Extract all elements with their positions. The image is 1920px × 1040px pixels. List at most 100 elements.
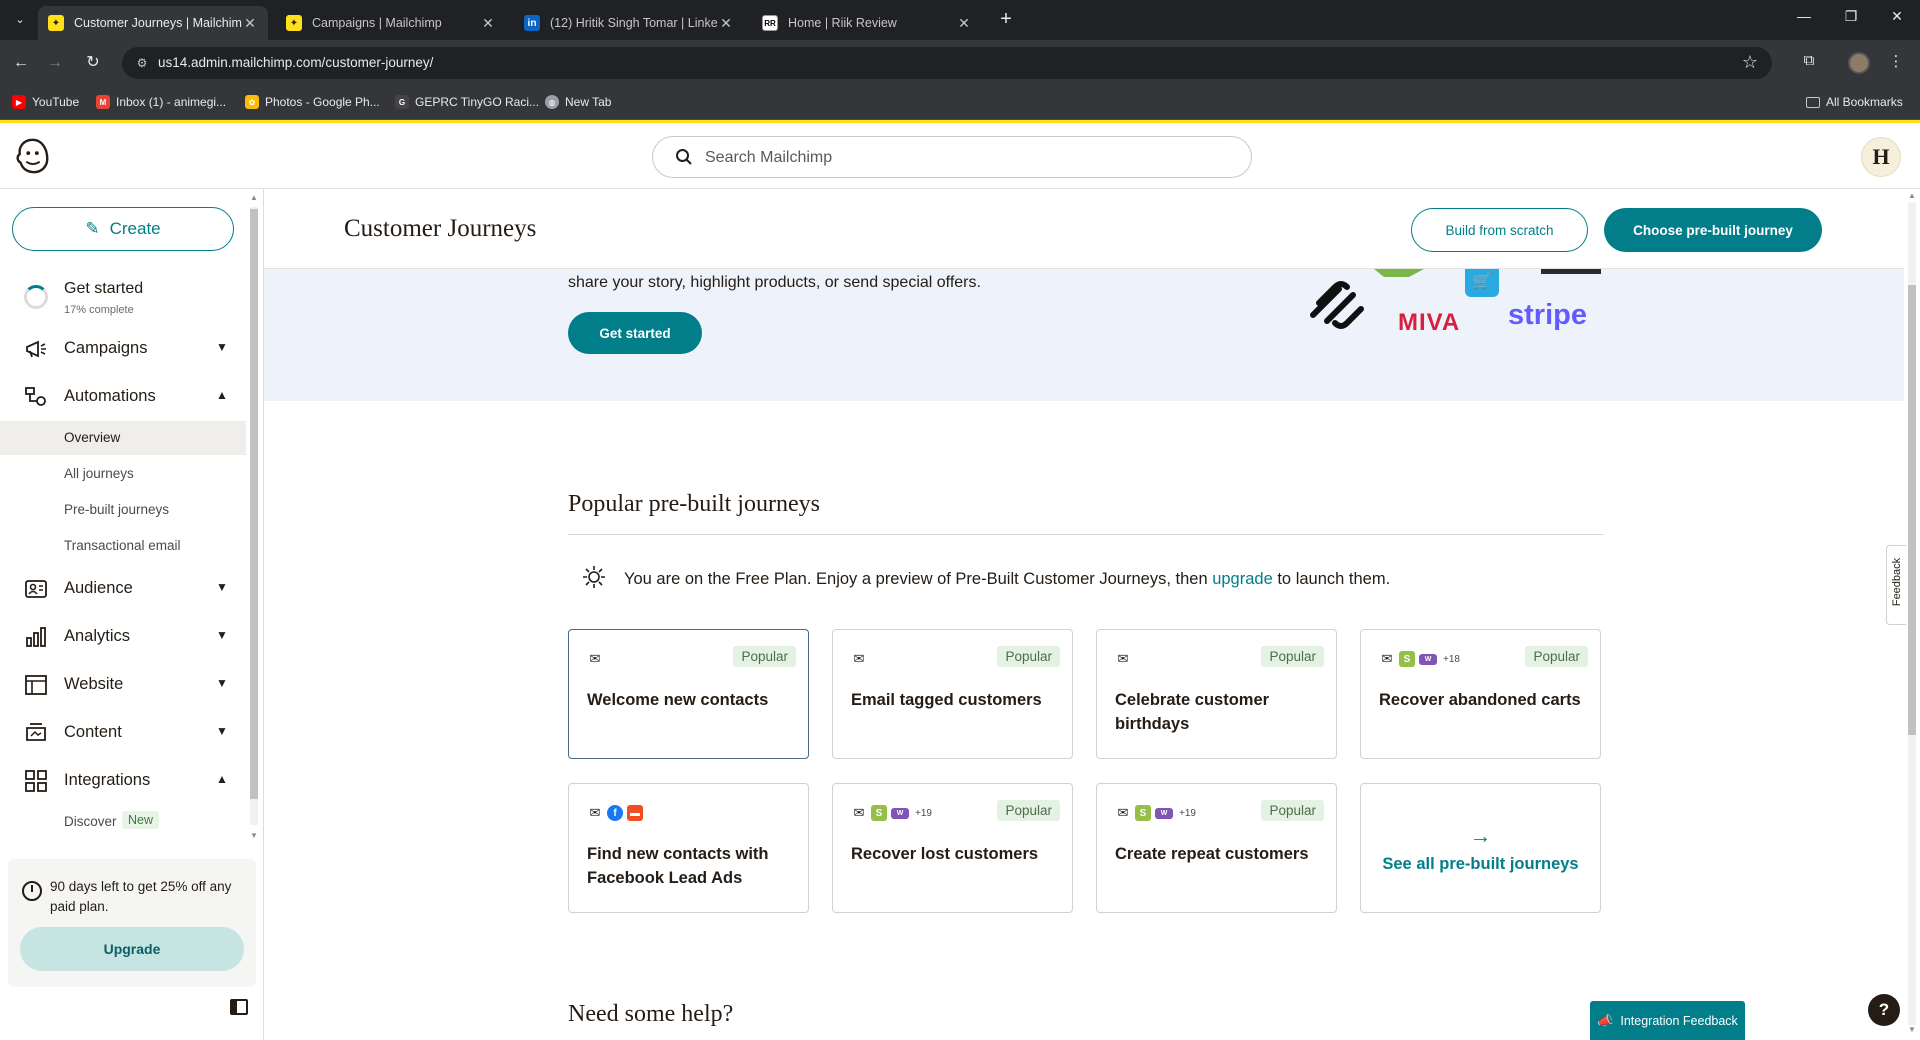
tab-title: Campaigns | Mailchimp (312, 16, 442, 30)
minimize-icon[interactable]: — (1789, 8, 1819, 24)
integration-feedback-button[interactable]: 📣 Integration Feedback (1590, 1001, 1745, 1040)
page-title: Customer Journeys (344, 215, 537, 242)
sidebar-sub-overview[interactable]: Overview (0, 421, 246, 455)
close-tab-icon[interactable]: ✕ (718, 15, 734, 32)
close-tab-icon[interactable]: ✕ (242, 15, 258, 32)
journey-card-title: Celebrate customer birthdays (1115, 691, 1270, 733)
geprc-icon: G (395, 95, 409, 109)
scrollbar-thumb[interactable] (250, 209, 258, 799)
sidebar-sub-label: Overview (64, 430, 121, 445)
integrations-hero: share your story, highlight products, or… (264, 269, 1904, 401)
main-scrollbar[interactable]: ▲ ▼ (1904, 189, 1920, 1040)
scroll-up-icon[interactable]: ▲ (248, 193, 260, 202)
journey-card-recover-lost-customers[interactable]: ✉ S W +19 Popular Recover lost customers (832, 783, 1073, 913)
journey-card-celebrate-birthdays[interactable]: ✉ Popular Celebrate customer birthdays (1096, 629, 1337, 759)
browser-tab-bar: ⌄ ✦ Customer Journeys | Mailchimp ✕ ✦ Ca… (0, 0, 1920, 40)
collapse-sidebar-icon[interactable] (230, 999, 248, 1015)
bookmark-youtube[interactable]: ▶ YouTube (12, 95, 79, 109)
bookmark-label: YouTube (32, 95, 80, 109)
mailchimp-logo-icon[interactable] (14, 137, 52, 175)
close-window-icon[interactable]: ✕ (1882, 8, 1912, 25)
bookmark-new-tab[interactable]: ◍ New Tab (545, 95, 611, 109)
forward-icon[interactable]: → (44, 52, 66, 74)
channel-icons: ✉ S W +19 (1115, 804, 1200, 822)
upgrade-button[interactable]: Upgrade (20, 927, 244, 971)
reload-icon[interactable]: ↻ (82, 52, 104, 74)
get-started-link[interactable]: Get started (64, 280, 143, 298)
journey-card-recover-abandoned-carts[interactable]: ✉ S W +18 Popular Recover abandoned cart… (1360, 629, 1601, 759)
journey-card-welcome-new-contacts[interactable]: ✉ Popular Welcome new contacts (568, 629, 809, 759)
url-text[interactable]: us14.admin.mailchimp.com/customer-journe… (158, 55, 433, 70)
stripe-logo: stripe (1508, 299, 1587, 331)
integration-feedback-label: Integration Feedback (1620, 1013, 1738, 1028)
popular-badge: Popular (1261, 800, 1324, 821)
user-avatar[interactable]: H (1861, 137, 1901, 177)
close-tab-icon[interactable]: ✕ (956, 15, 972, 32)
sidebar-sub-discover[interactable]: Discover New (0, 805, 246, 839)
sidebar-scrollbar[interactable]: ▲ ▼ (248, 193, 260, 843)
sidebar-item-label: Integrations (64, 771, 151, 789)
choose-prebuilt-journey-button[interactable]: Choose pre-built journey (1604, 208, 1822, 252)
upgrade-link[interactable]: upgrade (1212, 570, 1273, 588)
address-bar[interactable]: ⚙ us14.admin.mailchimp.com/customer-jour… (122, 47, 1772, 79)
browser-tab-linkedin[interactable]: in (12) Hritik Singh Tomar | Linked ✕ (514, 6, 744, 40)
globe-icon: ◍ (545, 95, 559, 109)
partner-logo-green-icon (1374, 269, 1424, 277)
scroll-up-icon[interactable]: ▲ (1904, 191, 1920, 200)
browser-tab-customer-journeys[interactable]: ✦ Customer Journeys | Mailchimp ✕ (38, 6, 268, 40)
sidebar-item-website[interactable]: Website ▼ (0, 665, 246, 705)
menu-kebab-icon[interactable]: ⋮ (1884, 52, 1908, 70)
build-from-scratch-button[interactable]: Build from scratch (1411, 208, 1588, 252)
bookmark-star-icon[interactable]: ☆ (1742, 52, 1758, 73)
sidebar-sub-prebuilt-journeys[interactable]: Pre-built journeys (0, 493, 246, 527)
hero-get-started-button[interactable]: Get started (568, 312, 702, 354)
see-all-link[interactable]: See all pre-built journeys (1382, 855, 1578, 874)
sparkle-icon (583, 566, 605, 588)
sidebar-item-label: Website (64, 675, 124, 693)
close-tab-icon[interactable]: ✕ (480, 15, 496, 32)
all-bookmarks[interactable]: All Bookmarks (1806, 95, 1903, 109)
sidebar-sub-label: Transactional email (64, 538, 181, 553)
tab-search-button[interactable]: ⌄ (8, 9, 32, 31)
chevron-down-icon: ▼ (216, 676, 228, 690)
mail-icon: ✉ (589, 651, 601, 666)
restore-icon[interactable]: ❐ (1836, 8, 1866, 25)
search-input[interactable] (705, 146, 1225, 170)
bookmark-label: GEPRC TinyGO Raci... (415, 95, 540, 109)
back-icon[interactable]: ← (10, 52, 32, 74)
see-all-prebuilt-journeys-card[interactable]: → See all pre-built journeys (1360, 783, 1601, 913)
journey-card-facebook-lead-ads[interactable]: ✉ f ▬ Find new contacts with Facebook Le… (568, 783, 809, 913)
global-search[interactable] (652, 136, 1252, 178)
feedback-tab[interactable]: Feedback (1886, 545, 1906, 625)
help-section-title: Need some help? (568, 1001, 734, 1027)
browser-tab-riik-review[interactable]: RR Home | Riik Review ✕ (752, 6, 982, 40)
help-button[interactable]: ? (1868, 994, 1900, 1026)
bookmark-gmail[interactable]: M Inbox (1) - animegi... (96, 95, 226, 109)
mail-icon: ✉ (853, 805, 865, 820)
channel-icons: ✉ f ▬ (587, 804, 647, 822)
sidebar-sub-all-journeys[interactable]: All journeys (0, 457, 246, 491)
new-tab-button[interactable]: + (995, 9, 1017, 31)
tab-title: Customer Journeys | Mailchimp (74, 16, 242, 30)
pencil-icon: ✎ (85, 219, 100, 238)
scrollbar-thumb[interactable] (1908, 285, 1916, 735)
create-button[interactable]: ✎ Create (12, 207, 234, 251)
sidebar-item-audience[interactable]: Audience ▼ (0, 569, 246, 609)
profile-icon[interactable] (1848, 52, 1870, 74)
extensions-icon[interactable]: ⧉ (1797, 52, 1821, 69)
sidebar-item-content[interactable]: Content ▼ (0, 713, 246, 753)
sidebar-sub-transactional-email[interactable]: Transactional email (0, 529, 246, 563)
sidebar-item-analytics[interactable]: Analytics ▼ (0, 617, 246, 657)
journey-card-create-repeat-customers[interactable]: ✉ S W +19 Popular Create repeat customer… (1096, 783, 1337, 913)
browser-tab-campaigns[interactable]: ✦ Campaigns | Mailchimp ✕ (276, 6, 506, 40)
notice-text: to launch them. (1272, 570, 1391, 588)
journey-card-email-tagged-customers[interactable]: ✉ Popular Email tagged customers (832, 629, 1073, 759)
scroll-down-icon[interactable]: ▼ (248, 831, 260, 840)
site-info-icon[interactable]: ⚙ (134, 55, 150, 71)
scroll-down-icon[interactable]: ▼ (1904, 1025, 1920, 1034)
sidebar-item-automations[interactable]: Automations ▲ (0, 377, 246, 417)
bookmark-google-photos[interactable]: ✿ Photos - Google Ph... (245, 95, 380, 109)
sidebar-item-campaigns[interactable]: Campaigns ▼ (0, 329, 246, 369)
sidebar-item-integrations[interactable]: Integrations ▲ (0, 761, 246, 801)
bookmark-geprc[interactable]: G GEPRC TinyGO Raci... (395, 95, 539, 109)
